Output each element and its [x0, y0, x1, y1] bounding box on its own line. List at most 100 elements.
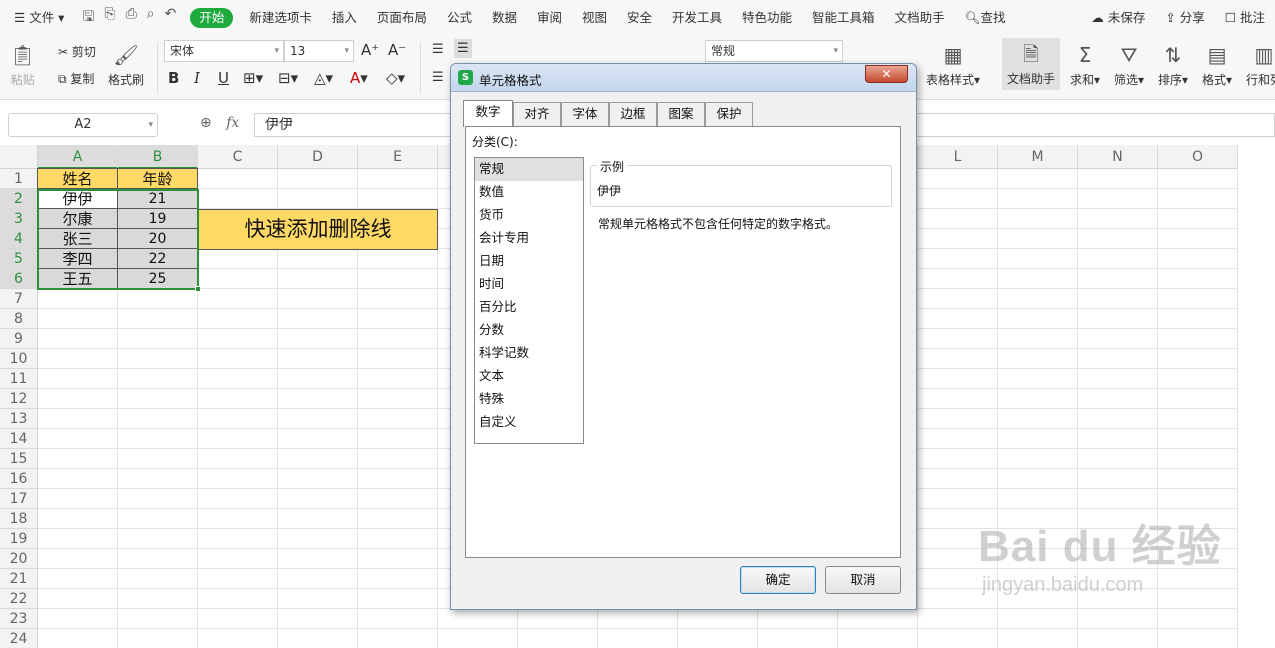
copy-button[interactable]: ⧉ 复制	[58, 70, 94, 87]
row-header-13[interactable]: 13	[0, 409, 38, 429]
grid-cell[interactable]	[358, 269, 438, 289]
row-header-21[interactable]: 21	[0, 569, 38, 589]
grid-cell[interactable]	[918, 349, 998, 369]
grid-cell[interactable]	[998, 209, 1078, 229]
category-item[interactable]: 常规	[475, 158, 583, 181]
grid-cell[interactable]	[278, 349, 358, 369]
grid-cell[interactable]	[998, 549, 1078, 569]
grid-cell[interactable]	[38, 489, 118, 509]
row-header-4[interactable]: 4	[0, 229, 38, 249]
file-menu[interactable]: ☰ 文件 ▾	[0, 0, 74, 36]
grid-cell[interactable]	[1078, 289, 1158, 309]
grid-cell[interactable]	[438, 609, 518, 629]
grid-cell[interactable]	[278, 489, 358, 509]
grid-cell[interactable]	[918, 609, 998, 629]
grid-cell[interactable]	[358, 449, 438, 469]
grid-cell[interactable]	[1078, 189, 1158, 209]
grid-cell[interactable]	[918, 189, 998, 209]
grid-cell[interactable]	[38, 409, 118, 429]
row-header-3[interactable]: 3	[0, 209, 38, 229]
grid-cell[interactable]	[38, 469, 118, 489]
tab-page-layout[interactable]: 页面布局	[367, 0, 437, 36]
row-header-5[interactable]: 5	[0, 249, 38, 269]
grid-cell[interactable]	[278, 409, 358, 429]
fill-handle[interactable]	[195, 286, 201, 292]
grid-cell[interactable]	[38, 369, 118, 389]
grid-cell[interactable]	[918, 169, 998, 189]
grid-cell[interactable]	[198, 329, 278, 349]
cancel-button[interactable]: 取消	[825, 566, 901, 594]
grid-cell[interactable]	[118, 369, 198, 389]
grid-cell[interactable]	[918, 209, 998, 229]
grid-cell[interactable]	[998, 489, 1078, 509]
grid-cell[interactable]	[918, 229, 998, 249]
row-header-16[interactable]: 16	[0, 469, 38, 489]
table-style-button[interactable]: ▦ 表格样式▾	[926, 42, 980, 88]
grid-cell[interactable]	[1078, 429, 1158, 449]
font-name-select[interactable]: 宋体 ▾	[164, 40, 284, 62]
grid-cell[interactable]	[198, 549, 278, 569]
zoom-icon[interactable]: ⊕	[200, 115, 212, 131]
column-header-c[interactable]: C	[198, 145, 278, 169]
grid-cell[interactable]	[1158, 389, 1238, 409]
grid-cell[interactable]	[118, 409, 198, 429]
banner-cell[interactable]: 快速添加删除线	[198, 209, 438, 250]
row-header-6[interactable]: 6	[0, 269, 38, 289]
grid-cell[interactable]	[1078, 609, 1158, 629]
grid-cell[interactable]	[278, 429, 358, 449]
print-icon[interactable]: ⎙	[126, 6, 137, 30]
grid-cell[interactable]	[278, 469, 358, 489]
category-list[interactable]: 常规 数值 货币 会计专用 日期 时间 百分比 分数 科学记数 文本 特殊 自定义	[474, 157, 584, 444]
grid-cell[interactable]	[1158, 249, 1238, 269]
grid-cell[interactable]	[38, 429, 118, 449]
grid-cell[interactable]	[998, 429, 1078, 449]
grid-cell[interactable]	[1078, 469, 1158, 489]
grid-cell[interactable]	[1078, 549, 1158, 569]
grid-cell[interactable]	[998, 509, 1078, 529]
grid-cell[interactable]	[998, 469, 1078, 489]
grid-cell[interactable]	[918, 529, 998, 549]
dialog-titlebar[interactable]: S 单元格格式 ✕	[451, 64, 916, 92]
grid-cell[interactable]	[278, 289, 358, 309]
grid-cell[interactable]	[278, 509, 358, 529]
grid-cell[interactable]	[198, 249, 278, 269]
border-icon[interactable]: ⊞▾	[243, 69, 263, 87]
grid-cell[interactable]	[918, 629, 998, 648]
grid-cell[interactable]	[998, 229, 1078, 249]
merge-icon[interactable]: ⊟▾	[278, 69, 298, 87]
bold-icon[interactable]: B	[168, 69, 179, 87]
grid-cell[interactable]	[278, 529, 358, 549]
category-item[interactable]: 时间	[475, 273, 583, 296]
category-item[interactable]: 自定义	[475, 411, 583, 434]
format-button[interactable]: ▤ 格式▾	[1202, 42, 1232, 88]
grid-cell[interactable]	[118, 609, 198, 629]
grid-cell[interactable]	[198, 409, 278, 429]
tab-number[interactable]: 数字	[463, 100, 513, 127]
grid-cell[interactable]	[198, 609, 278, 629]
grid-cell[interactable]	[358, 569, 438, 589]
grid-cell[interactable]	[198, 169, 278, 189]
grid-cell[interactable]	[118, 349, 198, 369]
grid-cell[interactable]	[1158, 369, 1238, 389]
grid-cell[interactable]	[198, 289, 278, 309]
grid-cell[interactable]	[518, 629, 598, 648]
grid-cell[interactable]	[198, 389, 278, 409]
grid-cell[interactable]	[998, 349, 1078, 369]
row-header-14[interactable]: 14	[0, 429, 38, 449]
grid-cell[interactable]	[198, 429, 278, 449]
grid-cell[interactable]	[38, 509, 118, 529]
grid-cell[interactable]	[678, 629, 758, 648]
grid-cell[interactable]	[1158, 449, 1238, 469]
tab-developer[interactable]: 开发工具	[662, 0, 732, 36]
grid-cell[interactable]	[198, 309, 278, 329]
align-left-icon[interactable]: ☰	[432, 70, 444, 85]
grid-cell[interactable]	[38, 349, 118, 369]
paste-button[interactable]: 📋︎ 粘贴	[10, 42, 35, 88]
tab-view[interactable]: 视图	[572, 0, 617, 36]
underline-icon[interactable]: U	[218, 69, 229, 87]
grid-cell[interactable]	[998, 629, 1078, 648]
grid-cell[interactable]	[1158, 529, 1238, 549]
row-header-24[interactable]: 24	[0, 629, 38, 648]
grid-cell[interactable]	[918, 589, 998, 609]
grid-cell[interactable]	[1078, 309, 1158, 329]
